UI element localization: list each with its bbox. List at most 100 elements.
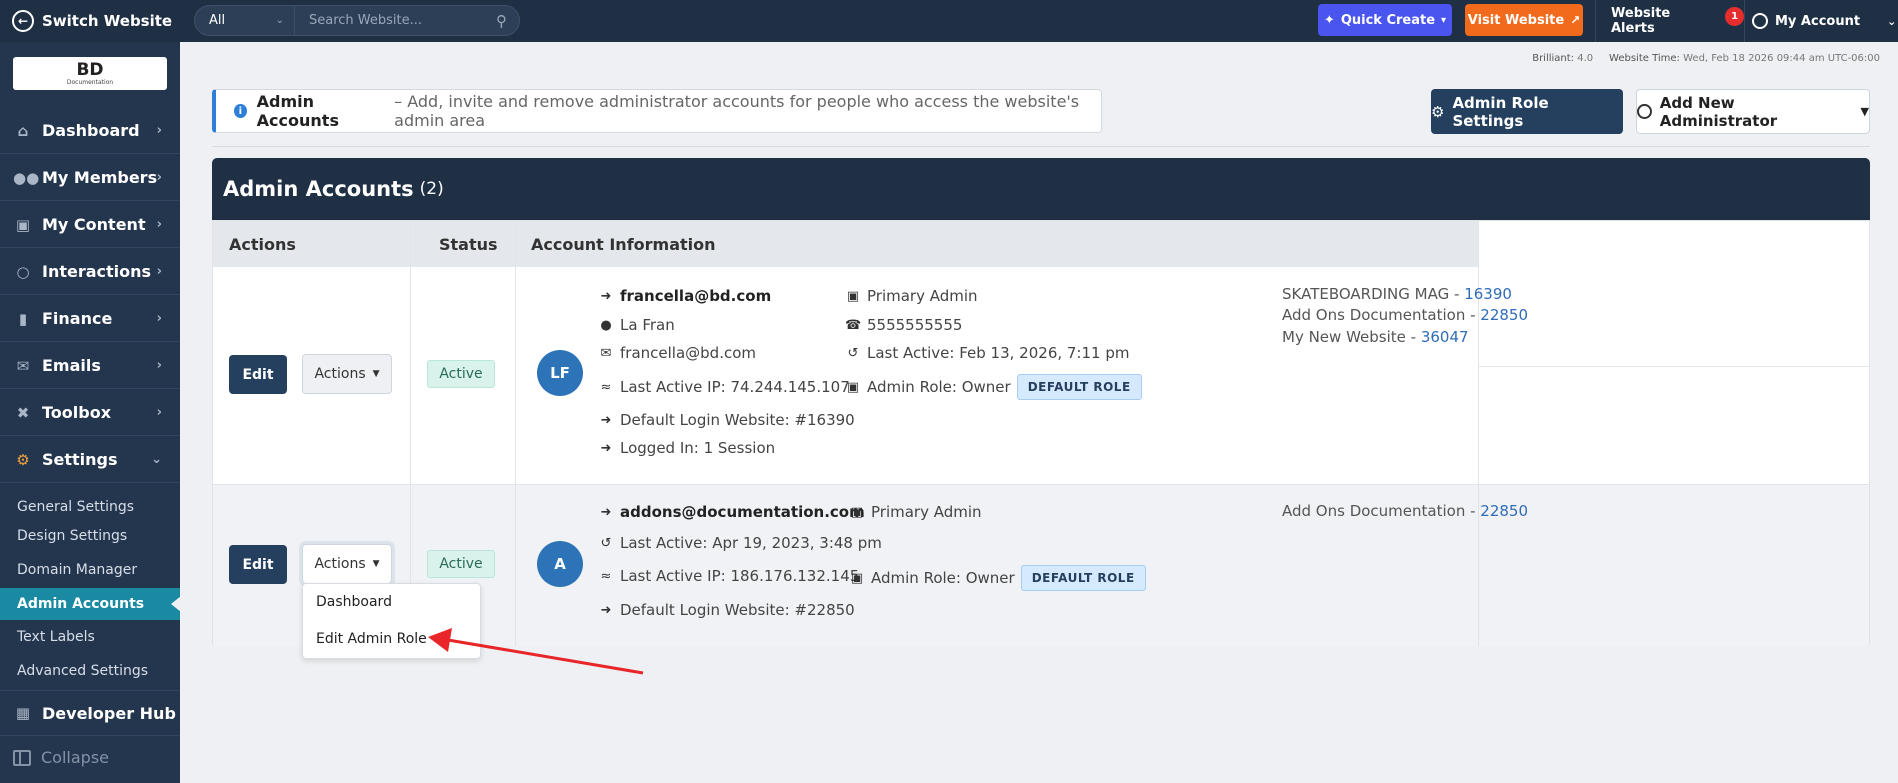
search-scope-select[interactable]: All ⌄ xyxy=(195,6,295,35)
quick-create-label: Quick Create xyxy=(1340,12,1436,28)
website-alerts-button[interactable]: Website Alerts 1 xyxy=(1595,0,1745,42)
row-divider xyxy=(1478,366,1869,367)
column-header-account-information: Account Information xyxy=(531,235,716,254)
envelope-icon: ✉ xyxy=(600,345,612,361)
folder-icon: ▣ xyxy=(15,215,31,234)
sign-in-icon: ➜ xyxy=(600,504,612,520)
chevron-down-icon: ⌄ xyxy=(275,15,284,26)
my-account-label: My Account xyxy=(1775,13,1861,29)
admin-role: ▣ Admin Role: Owner DEFAULT ROLE xyxy=(849,565,1146,591)
page-title: Admin Accounts xyxy=(256,92,339,130)
sidebar-collapse-icon xyxy=(13,749,31,766)
quick-create-button[interactable]: ✦ Quick Create ▾ xyxy=(1318,4,1452,36)
last-active-text: Last Active: Apr 19, 2023, 3:48 pm xyxy=(620,534,882,552)
sidebar-item-toolbox[interactable]: ✖ Toolbox › xyxy=(0,390,180,436)
bar-chart-icon: ▮ xyxy=(18,309,28,328)
logo-sub-text: Documentation xyxy=(66,78,114,86)
search-input[interactable]: Search Website... xyxy=(295,13,496,28)
visit-website-button[interactable]: Visit Website ↗ xyxy=(1465,4,1583,36)
table-header-row: Actions Status Account Information xyxy=(213,221,1478,267)
caret-down-icon: ▼ xyxy=(372,559,380,569)
default-role-badge: DEFAULT ROLE xyxy=(1020,565,1146,591)
site-id-link[interactable]: 36047 xyxy=(1421,328,1469,346)
avatar: A xyxy=(537,541,583,587)
sidebar-item-label: Emails xyxy=(42,356,101,375)
primary-admin: ▣ Primary Admin xyxy=(845,287,978,305)
sidebar-item-label: My Content xyxy=(42,215,146,234)
column-header-status: Status xyxy=(439,235,498,254)
search-icon[interactable]: ⚲ xyxy=(496,12,519,30)
menu-item-edit-admin-role[interactable]: Edit Admin Role xyxy=(316,631,427,647)
lock-icon: ▣ xyxy=(846,379,860,395)
site-name: Add Ons Documentation - xyxy=(1282,306,1481,324)
sidebar-item-label: My Members xyxy=(42,168,158,187)
admin-role-settings-button[interactable]: ⚙ Admin Role Settings xyxy=(1431,89,1623,134)
sidebar-item-dashboard[interactable]: ⌂ Dashboard › xyxy=(0,108,180,154)
site-logo[interactable]: BD Documentation xyxy=(13,57,167,90)
menu-item-dashboard[interactable]: Dashboard xyxy=(316,594,392,610)
site-id-link[interactable]: 16390 xyxy=(1464,285,1512,303)
chevron-down-icon: ⌄ xyxy=(151,452,162,467)
sidebar-sub-general-settings[interactable]: General Settings xyxy=(0,491,180,523)
switch-website-button[interactable]: ← Switch Website xyxy=(12,10,172,32)
site-id-link[interactable]: 22850 xyxy=(1480,502,1528,520)
actions-dropdown-button[interactable]: Actions ▼ xyxy=(302,544,392,584)
sidebar-item-label: Settings xyxy=(42,450,118,469)
mail-icon: ✉ xyxy=(16,356,30,375)
sidebar-item-finance[interactable]: ▮ Finance › xyxy=(0,296,180,342)
site-id-link[interactable]: 22850 xyxy=(1480,306,1528,324)
admin-role-text: Admin Role: Owner xyxy=(867,378,1011,396)
default-login-website-text: Default Login Website: #16390 xyxy=(620,411,855,429)
edit-button[interactable]: Edit xyxy=(229,355,287,394)
edit-button[interactable]: Edit xyxy=(229,545,287,584)
grid-icon: ▦ xyxy=(15,704,31,722)
primary-admin: ▣ Primary Admin xyxy=(849,503,982,521)
sidebar-item-my-members[interactable]: ●● My Members › xyxy=(0,155,180,201)
primary-admin-text: Primary Admin xyxy=(867,287,978,305)
add-new-administrator-label: Add New Administrator xyxy=(1659,93,1778,130)
page-info-banner: i Admin Accounts – Add, invite and remov… xyxy=(212,89,1102,133)
sidebar-item-interactions[interactable]: ○ Interactions › xyxy=(0,249,180,295)
last-active-text: Last Active: Feb 13, 2026, 7:11 pm xyxy=(867,344,1130,362)
sidebar-sub-domain-manager[interactable]: Domain Manager xyxy=(0,554,180,586)
chevron-right-icon: › xyxy=(156,217,162,232)
chevron-right-icon: › xyxy=(156,311,162,326)
sidebar-item-developer-hub[interactable]: ▦ Developer Hub xyxy=(0,690,180,736)
default-login-website: ➜ Default Login Website: #22850 xyxy=(598,601,855,619)
last-active-ip: ≈ Last Active IP: 186.176.132.145 xyxy=(598,567,860,585)
sign-in-icon: ➜ xyxy=(600,412,612,428)
sidebar-item-my-content[interactable]: ▣ My Content › xyxy=(0,202,180,248)
sidebar-sub-admin-accounts[interactable]: Admin Accounts xyxy=(0,588,181,620)
add-new-administrator-button[interactable]: Add New Administrator ▼ xyxy=(1636,89,1870,134)
sidebar-sub-design-settings[interactable]: Design Settings xyxy=(0,520,180,552)
status-badge: Active xyxy=(427,550,495,578)
sidebar-sub-advanced-settings[interactable]: Advanced Settings xyxy=(0,655,180,687)
user-circle-icon xyxy=(1637,104,1652,119)
history-icon: ↺ xyxy=(600,535,612,551)
column-divider xyxy=(515,221,516,646)
chat-icon: ○ xyxy=(16,262,30,281)
actions-dropdown-menu: Dashboard Edit Admin Role xyxy=(302,583,481,659)
primary-admin-text: Primary Admin xyxy=(871,503,982,521)
column-header-actions: Actions xyxy=(229,235,296,254)
actions-label: Actions xyxy=(314,366,366,382)
chevron-right-icon: › xyxy=(156,358,162,373)
sidebar-item-emails[interactable]: ✉ Emails › xyxy=(0,343,180,389)
site-list-item: Add Ons Documentation - 22850 xyxy=(1282,306,1528,324)
chevron-right-icon: › xyxy=(156,264,162,279)
info-icon: i xyxy=(234,104,247,118)
chevron-right-icon: › xyxy=(156,405,162,420)
my-account-button[interactable]: My Account ⌄ xyxy=(1752,0,1896,42)
sidebar-item-settings[interactable]: ⚙ Settings ⌄ xyxy=(0,437,180,483)
sign-in-icon: ➜ xyxy=(600,288,612,304)
last-active: ↺ Last Active: Apr 19, 2023, 3:48 pm xyxy=(598,534,882,552)
wifi-icon: ≈ xyxy=(600,568,612,584)
collapse-sidebar-button[interactable]: Collapse xyxy=(13,748,109,767)
admin-role: ▣ Admin Role: Owner DEFAULT ROLE xyxy=(845,374,1142,400)
actions-dropdown-button[interactable]: Actions ▼ xyxy=(302,354,392,394)
account-contact-email: ✉ francella@bd.com xyxy=(598,344,756,362)
default-role-badge: DEFAULT ROLE xyxy=(1016,374,1142,400)
account-email: ➜ addons@documentation.com xyxy=(598,503,865,521)
sparkle-icon: ✦ xyxy=(1323,12,1335,28)
sidebar-sub-text-labels[interactable]: Text Labels xyxy=(0,621,180,653)
